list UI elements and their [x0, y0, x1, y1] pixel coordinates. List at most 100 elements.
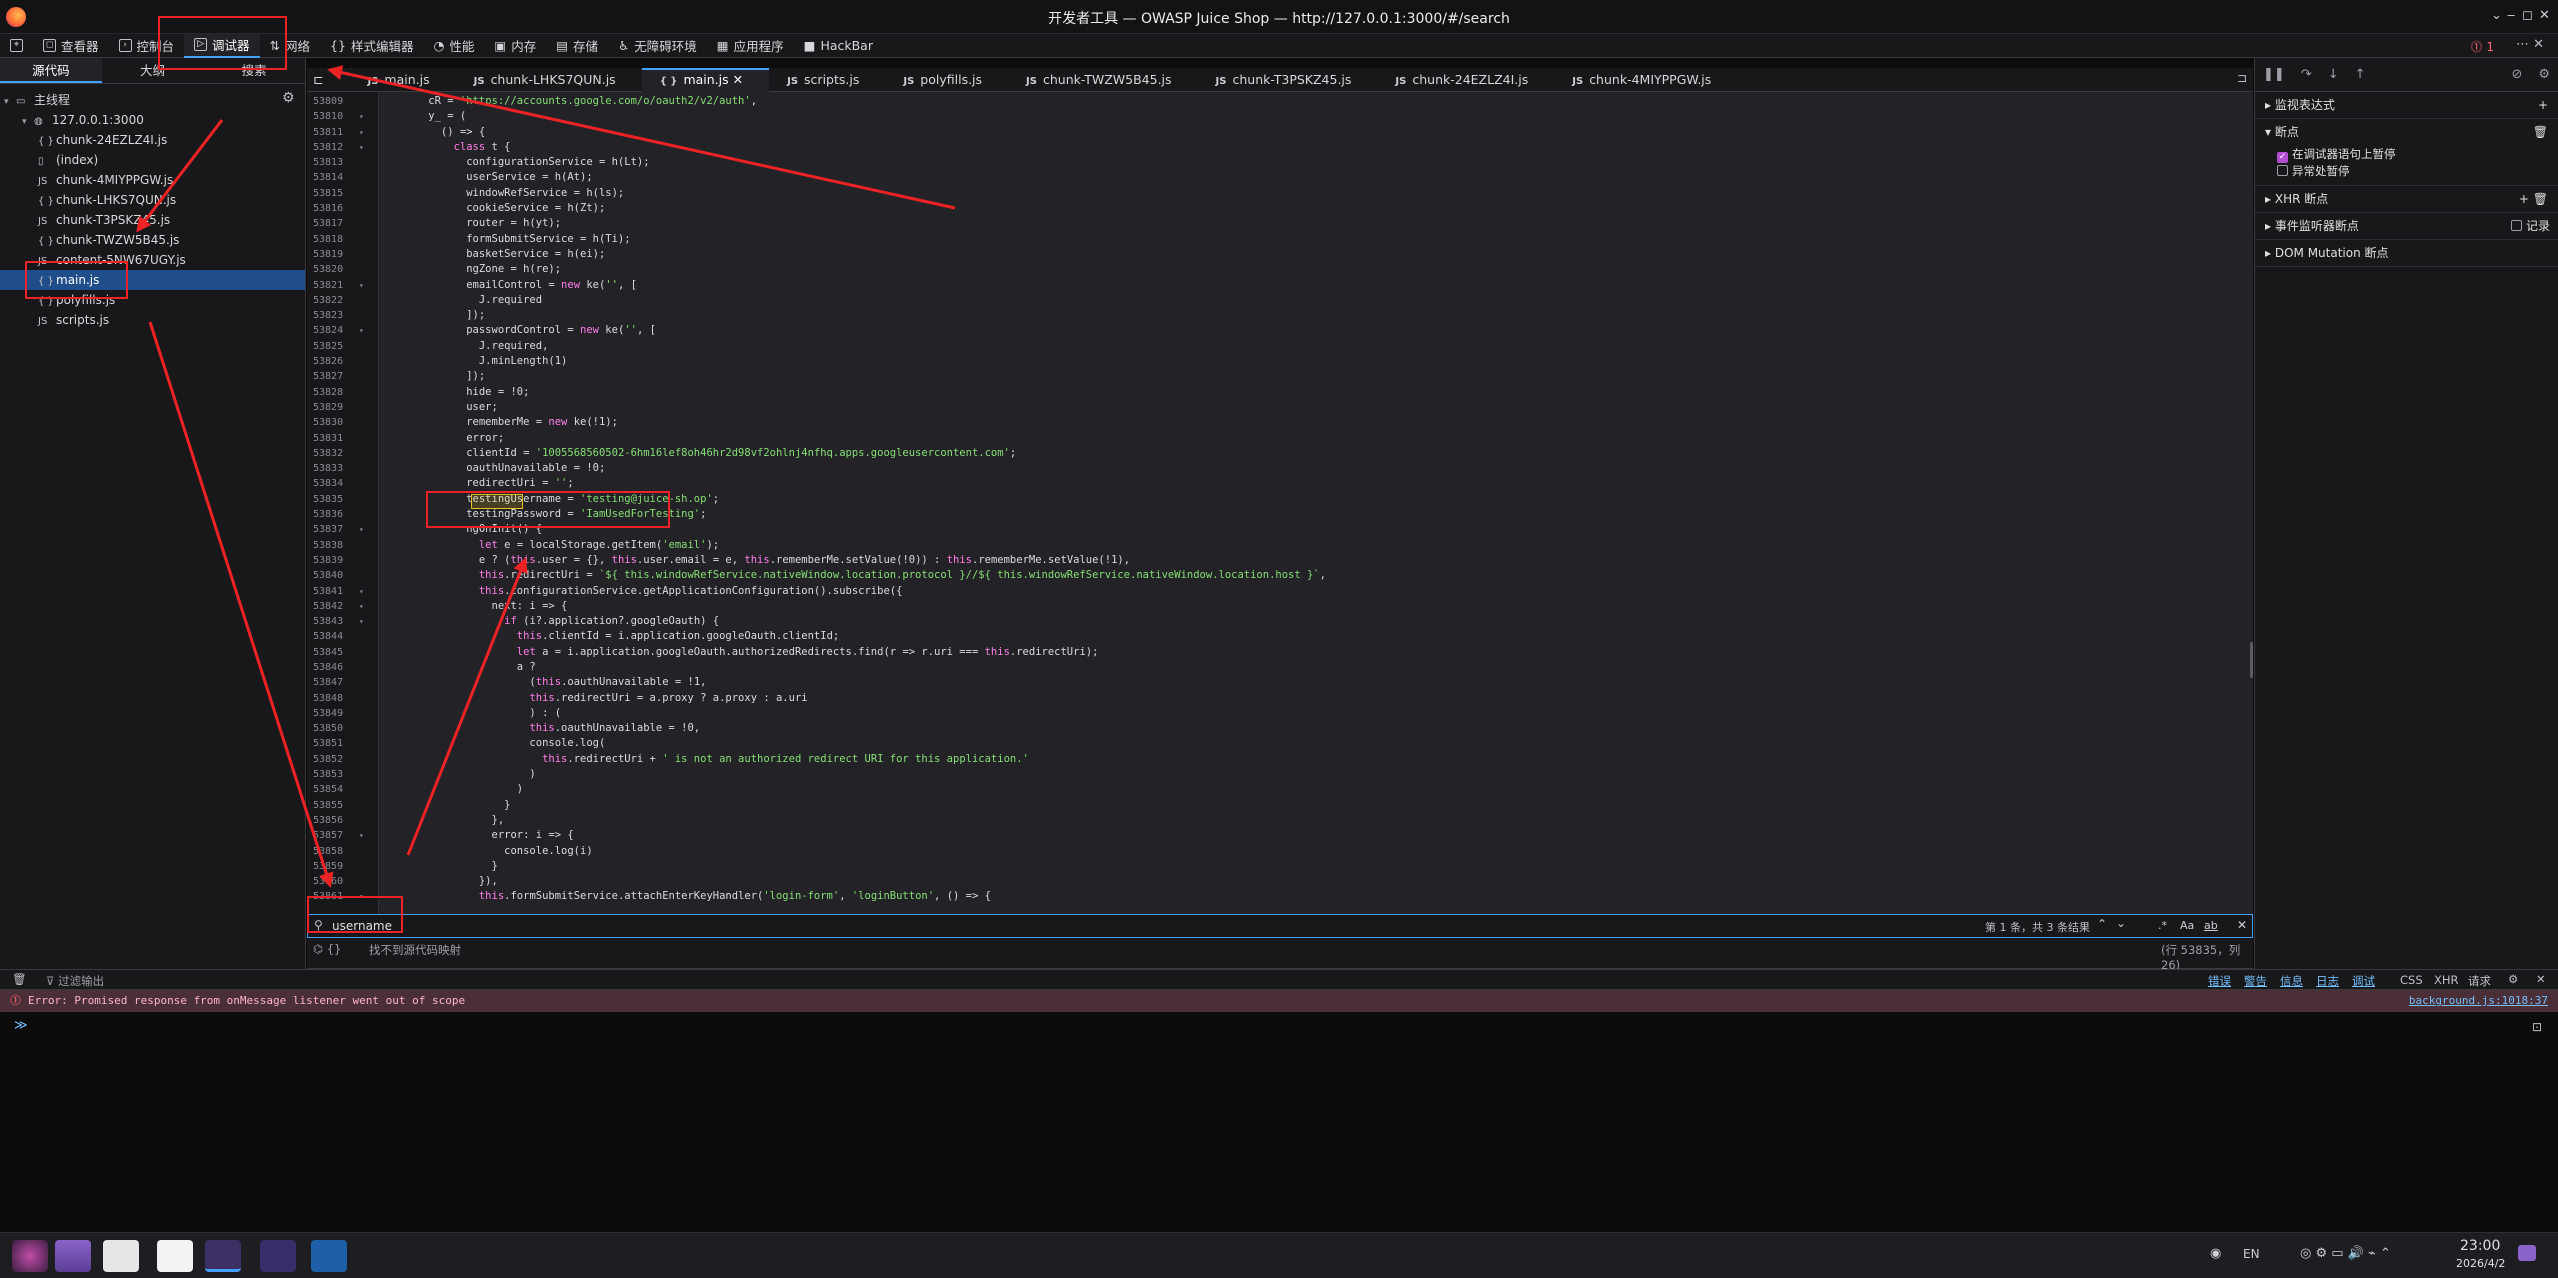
code-line[interactable]: 53860 }),: [307, 874, 2247, 889]
line-number[interactable]: 53822: [313, 293, 343, 308]
file-manager-icon[interactable]: [103, 1240, 139, 1272]
code-line[interactable]: 53855 }: [307, 798, 2247, 813]
tree-file[interactable]: JS chunk-T3PSKZ45.js: [0, 210, 305, 230]
line-number[interactable]: 53851: [313, 736, 343, 751]
filter-requests[interactable]: 请求: [2468, 973, 2491, 989]
code-line[interactable]: 53809 cR = 'https://accounts.google.com/…: [307, 94, 2247, 109]
tray-status-icon[interactable]: ◉: [2210, 1246, 2221, 1261]
line-number[interactable]: 53848: [313, 691, 343, 706]
tab-inspector[interactable]: ◻ 查看器: [33, 34, 109, 58]
tree-file[interactable]: { } chunk-LHKS7QUN.js: [0, 190, 305, 210]
filter-debug[interactable]: 调试: [2352, 973, 2375, 989]
line-number[interactable]: 53852: [313, 752, 343, 767]
console-prompt[interactable]: ≫: [14, 1018, 28, 1033]
editor-tab[interactable]: JS main.js: [349, 68, 455, 92]
code-line[interactable]: 53816 cookieService = h(Zt);: [307, 201, 2247, 216]
fold-toggle-icon[interactable]: ▾: [359, 278, 364, 293]
code-line[interactable]: 53850 this.oauthUnavailable = !0,: [307, 721, 2247, 736]
xhr-breakpoints-section[interactable]: ▸ XHR 断点 + 🗑: [2255, 186, 2558, 213]
event-listener-breakpoints-section[interactable]: ▸ 事件监听器断点 记录: [2255, 213, 2558, 240]
close-window-button[interactable]: ✕: [2539, 8, 2550, 23]
line-number[interactable]: 53833: [313, 461, 343, 476]
code-line[interactable]: 53853 ): [307, 767, 2247, 782]
editor-scrollbar[interactable]: [2250, 642, 2253, 678]
line-number[interactable]: 53817: [313, 216, 343, 231]
checkbox-checked[interactable]: ✓: [2277, 152, 2288, 163]
line-number[interactable]: 53826: [313, 354, 343, 369]
tab-style-editor[interactable]: {} 样式编辑器: [320, 34, 423, 58]
line-number[interactable]: 53823: [313, 308, 343, 323]
text-editor-icon[interactable]: [157, 1240, 193, 1272]
code-line[interactable]: 53861 ▾ this.formSubmitService.attachEnte…: [307, 889, 2247, 904]
code-line[interactable]: 53817 router = h(yt);: [307, 216, 2247, 231]
pick-element-button[interactable]: ⌖: [0, 34, 33, 58]
code-line[interactable]: 53843 ▾ if (i?.application?.googleOauth) …: [307, 614, 2247, 629]
log-events-option[interactable]: 记录: [2510, 213, 2550, 240]
code-line[interactable]: 53820 ngZone = h(re);: [307, 262, 2247, 277]
line-number[interactable]: 53858: [313, 844, 343, 859]
dom-mutation-breakpoints-section[interactable]: ▸ DOM Mutation 断点: [2255, 240, 2558, 267]
tree-file[interactable]: JS chunk-4MIYPPGW.js: [0, 170, 305, 190]
console-settings-icon[interactable]: ⚙: [2508, 972, 2518, 986]
line-number[interactable]: 53853: [313, 767, 343, 782]
tree-file[interactable]: { } chunk-24EZLZ4I.js: [0, 130, 305, 150]
line-number[interactable]: 53814: [313, 170, 343, 185]
code-line[interactable]: 53825 J.required,: [307, 339, 2247, 354]
code-line[interactable]: 53838 let e = localStorage.getItem('emai…: [307, 538, 2247, 553]
maximize-button[interactable]: ◻: [2522, 8, 2533, 23]
previous-result-button[interactable]: ⌃: [2097, 917, 2107, 931]
code-line[interactable]: 53831 error;: [307, 431, 2247, 446]
line-number[interactable]: 53855: [313, 798, 343, 813]
code-line[interactable]: 53814 userService = h(At);: [307, 170, 2247, 185]
line-number[interactable]: 53840: [313, 568, 343, 583]
line-number[interactable]: 53836: [313, 507, 343, 522]
tree-file[interactable]: ▯ (index): [0, 150, 305, 170]
tab-hackbar[interactable]: ■ HackBar: [794, 34, 883, 58]
step-over-icon[interactable]: ↷: [2301, 67, 2312, 82]
editor-tab-active[interactable]: { } main.js ✕: [641, 67, 770, 92]
line-number[interactable]: 53844: [313, 629, 343, 644]
tree-host[interactable]: ▾ ◍ 127.0.0.1:3000: [0, 110, 305, 130]
code-line[interactable]: 53857 ▾ error: i => {: [307, 828, 2247, 843]
error-source-link[interactable]: background.js:1018:37: [2409, 990, 2548, 1012]
breakpoints-section[interactable]: ▾ 断点 🗑: [2255, 119, 2558, 146]
toggle-sidebar-icon[interactable]: ⊐: [2237, 71, 2247, 85]
devtools-menu-icon[interactable]: ⋯ ✕: [2516, 37, 2544, 52]
deactivate-breakpoints-icon[interactable]: ⊘: [2511, 67, 2522, 82]
line-number[interactable]: 53860: [313, 874, 343, 889]
line-number[interactable]: 53810: [313, 109, 343, 124]
step-out-icon[interactable]: ↑: [2355, 67, 2366, 82]
tab-application[interactable]: ▦ 应用程序: [707, 34, 794, 58]
tree-file[interactable]: { } chunk-TWZW5B45.js: [0, 230, 305, 250]
line-number[interactable]: 53847: [313, 675, 343, 690]
show-desktop-icon[interactable]: [2518, 1245, 2536, 1261]
step-in-icon[interactable]: ↓: [2328, 67, 2339, 82]
match-case-toggle[interactable]: Aa: [2180, 919, 2194, 932]
code-line[interactable]: 53840 this.redirectUri = `${ this.window…: [307, 568, 2247, 583]
shellwave-icon[interactable]: [260, 1240, 296, 1272]
window-menu-button[interactable]: ⌄: [2491, 8, 2502, 23]
code-line[interactable]: 53854 ): [307, 782, 2247, 797]
editor-mode-icon[interactable]: ⊡: [2532, 1020, 2542, 1034]
line-number[interactable]: 53827: [313, 369, 343, 384]
fold-toggle-icon[interactable]: ▾: [359, 522, 364, 537]
editor-tab[interactable]: JS chunk-LHKS7QUN.js: [456, 68, 642, 92]
line-number[interactable]: 53849: [313, 706, 343, 721]
vscode-icon[interactable]: [311, 1240, 347, 1272]
code-line[interactable]: 53833 oauthUnavailable = !0;: [307, 461, 2247, 476]
close-search-button[interactable]: ✕: [2237, 918, 2247, 932]
code-line[interactable]: 53848 this.redirectUri = a.proxy ? a.pro…: [307, 691, 2247, 706]
close-console-icon[interactable]: ✕: [2536, 972, 2546, 986]
minimize-button[interactable]: ‒: [2507, 8, 2515, 23]
line-number[interactable]: 53815: [313, 186, 343, 201]
code-line[interactable]: 53821 ▾ emailControl = new ke('', [: [307, 278, 2247, 293]
pause-on-debugger-option[interactable]: ✓ 在调试器语句上暂停: [2277, 146, 2558, 163]
filter-xhr[interactable]: XHR: [2434, 973, 2459, 987]
sources-settings-icon[interactable]: ⚙: [282, 90, 295, 106]
filter-errors[interactable]: 错误: [2208, 973, 2231, 989]
tab-memory[interactable]: ▣ 内存: [484, 34, 546, 58]
line-number[interactable]: 53845: [313, 645, 343, 660]
regex-toggle[interactable]: .*: [2158, 919, 2167, 932]
line-number[interactable]: 53820: [313, 262, 343, 277]
line-number[interactable]: 53819: [313, 247, 343, 262]
